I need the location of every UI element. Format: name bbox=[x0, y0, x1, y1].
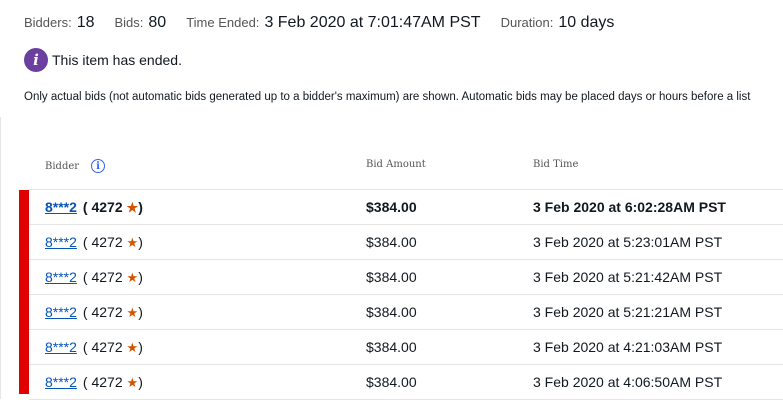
bidder-cell: 8***2 ( 4272 ★) bbox=[45, 234, 143, 251]
duration-label: Duration: bbox=[500, 15, 554, 30]
table-row: 8***2 ( 4272 ★) $384.00 3 Feb 2020 at 6:0… bbox=[29, 190, 783, 225]
bid-amount: $384.00 bbox=[366, 269, 417, 285]
time-ended-label: Time Ended: bbox=[186, 15, 260, 30]
star-icon: ★ bbox=[126, 305, 139, 320]
feedback-score: ( 4272 ★) bbox=[82, 304, 143, 320]
bid-amount: $384.00 bbox=[366, 234, 417, 250]
left-divider bbox=[0, 117, 1, 399]
header-bidder-label: Bidder bbox=[45, 160, 80, 172]
bids-value: 80 bbox=[148, 14, 167, 31]
bidder-cell: 8***2 ( 4272 ★) bbox=[45, 304, 143, 321]
bidder-cell: 8***2 ( 4272 ★) bbox=[45, 269, 143, 286]
bidders-label: Bidders: bbox=[24, 15, 72, 30]
feedback-score: ( 4272 ★) bbox=[82, 339, 143, 355]
bidder-link[interactable]: 8***2 bbox=[45, 234, 77, 250]
bid-time: 3 Feb 2020 at 5:23:01AM PST bbox=[533, 234, 723, 250]
star-icon: ★ bbox=[126, 235, 139, 250]
bidder-link[interactable]: 8***2 bbox=[45, 374, 77, 390]
bidder-link[interactable]: 8***2 bbox=[45, 269, 77, 285]
bid-amount: $384.00 bbox=[366, 339, 417, 355]
duration-value: 10 days bbox=[558, 14, 615, 31]
bid-amount: $384.00 bbox=[366, 199, 417, 215]
bid-amount: $384.00 bbox=[366, 304, 417, 320]
bid-time: 3 Feb 2020 at 6:02:28AM PST bbox=[533, 199, 726, 215]
star-icon: ★ bbox=[126, 270, 139, 285]
bid-time: 3 Feb 2020 at 5:21:21AM PST bbox=[533, 304, 723, 320]
bidder-cell: 8***2 ( 4272 ★) bbox=[45, 374, 143, 391]
auction-stats: Bidders: 18 Bids: 80 Time Ended: 3 Feb 2… bbox=[24, 14, 634, 36]
table-row: 8***2 ( 4272 ★) $384.00 3 Feb 2020 at 4:0… bbox=[29, 365, 783, 400]
bidder-info-icon[interactable]: i bbox=[91, 159, 106, 173]
table-row: 8***2 ( 4272 ★) $384.00 3 Feb 2020 at 5:2… bbox=[29, 295, 783, 330]
star-icon: ★ bbox=[126, 340, 139, 355]
bid-time: 3 Feb 2020 at 5:21:42AM PST bbox=[533, 269, 723, 285]
star-icon: ★ bbox=[126, 375, 139, 390]
bid-time: 3 Feb 2020 at 4:21:03AM PST bbox=[533, 339, 723, 355]
highlight-bar bbox=[19, 190, 29, 394]
star-icon: ★ bbox=[126, 200, 139, 215]
bidder-link[interactable]: 8***2 bbox=[45, 339, 77, 355]
table-row: 8***2 ( 4272 ★) $384.00 3 Feb 2020 at 5:2… bbox=[29, 225, 783, 260]
feedback-score: ( 4272 ★) bbox=[82, 374, 143, 390]
bid-amount: $384.00 bbox=[366, 374, 417, 390]
time-ended-value: 3 Feb 2020 at 7:01:47AM PST bbox=[264, 14, 481, 31]
table-row: 8***2 ( 4272 ★) $384.00 3 Feb 2020 at 5:2… bbox=[29, 260, 783, 295]
bidder-link[interactable]: 8***2 bbox=[45, 199, 77, 215]
item-ended-notice: i This item has ended. bbox=[24, 48, 182, 72]
feedback-score: ( 4272 ★) bbox=[82, 269, 143, 285]
item-ended-text: This item has ended. bbox=[52, 52, 182, 68]
header-bidder: Bidder i bbox=[45, 159, 106, 173]
info-icon: i bbox=[24, 48, 48, 72]
bids-label: Bids: bbox=[114, 15, 144, 30]
bid-history-note: Only actual bids (not automatic bids gen… bbox=[24, 91, 751, 103]
feedback-score: ( 4272 ★) bbox=[82, 199, 143, 215]
bidder-cell: 8***2 ( 4272 ★) bbox=[45, 199, 143, 216]
bidder-cell: 8***2 ( 4272 ★) bbox=[45, 339, 143, 356]
table-header: Bidder i Bid Amount Bid Time bbox=[29, 145, 783, 190]
bid-history-table: Bidder i Bid Amount Bid Time 8***2 ( 4272… bbox=[29, 145, 783, 400]
bid-time: 3 Feb 2020 at 4:06:50AM PST bbox=[533, 374, 723, 390]
bidders-value: 18 bbox=[76, 14, 95, 31]
header-bid-time: Bid Time bbox=[533, 159, 579, 170]
header-bid-amount: Bid Amount bbox=[366, 159, 426, 170]
table-row: 8***2 ( 4272 ★) $384.00 3 Feb 2020 at 4:2… bbox=[29, 330, 783, 365]
bidder-link[interactable]: 8***2 bbox=[45, 304, 77, 320]
feedback-score: ( 4272 ★) bbox=[82, 234, 143, 250]
